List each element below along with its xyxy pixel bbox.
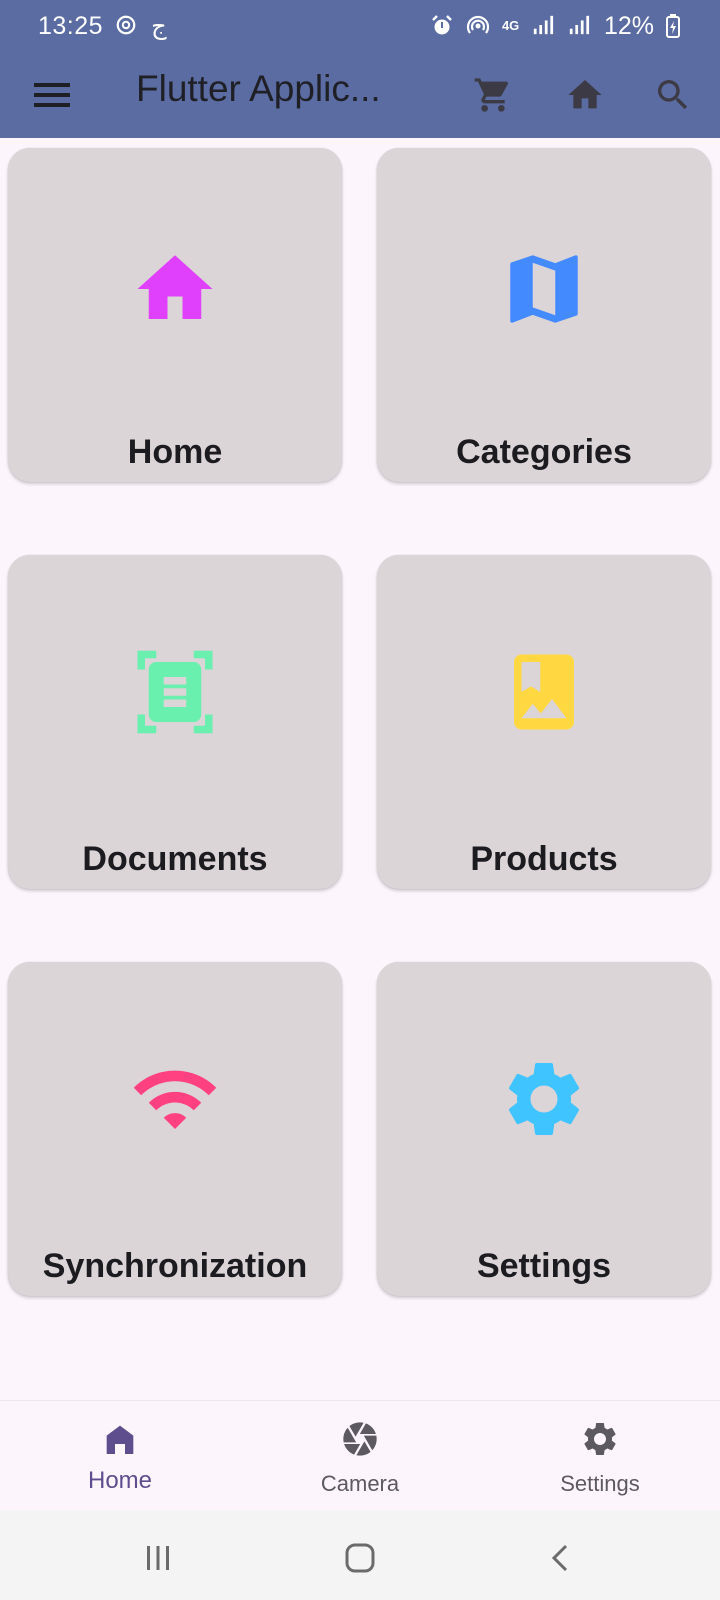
nav-item-home[interactable]: Home (0, 1401, 240, 1511)
nav-label-camera: Camera (320, 1471, 400, 1496)
status-extra-glyph: ج (151, 12, 167, 40)
home-icon (100, 1419, 140, 1464)
home-system-button[interactable] (340, 1538, 380, 1578)
settings-icon (580, 1419, 620, 1464)
grid-card-home[interactable]: Home (8, 148, 342, 482)
status-bar: 13:25 ج 4G 12% (0, 0, 720, 52)
menu-icon (34, 83, 70, 107)
document-scanner-icon (130, 647, 220, 742)
app-bar: Flutter Applic... (0, 52, 720, 138)
search-button[interactable] (650, 72, 696, 118)
camera-icon (340, 1419, 380, 1464)
hotspot-icon (466, 14, 490, 38)
back-icon (551, 1544, 568, 1572)
nav-label-settings: Settings (560, 1471, 640, 1496)
nav-label-home: Home (87, 1467, 153, 1494)
battery-percent: 12% (603, 11, 654, 40)
card-label: Products (470, 840, 618, 878)
status-time: 13:25 (38, 11, 104, 40)
wifi-icon (130, 1054, 220, 1149)
alarm-icon (430, 14, 454, 38)
card-label: Synchronization (42, 1247, 308, 1285)
recents-icon (147, 1546, 169, 1570)
network-type: 4G (501, 18, 520, 33)
cart-icon (474, 78, 509, 112)
home-button[interactable] (562, 72, 608, 118)
sync-icon (115, 14, 139, 38)
settings-icon (499, 1054, 589, 1149)
home-icon (130, 244, 220, 339)
cart-button[interactable] (470, 72, 516, 118)
menu-button[interactable] (30, 75, 74, 115)
status-left: 13:25 ج (38, 12, 167, 41)
back-button[interactable] (540, 1538, 580, 1578)
system-navigation-bar (0, 1510, 720, 1600)
card-label: Documents (82, 840, 268, 878)
grid-card-settings[interactable]: Settings (377, 962, 711, 1296)
card-label: Settings (476, 1247, 612, 1285)
signal-icon (532, 14, 556, 38)
map-icon (499, 244, 589, 339)
battery-charging-icon (666, 14, 682, 38)
nav-item-camera[interactable]: Camera (240, 1401, 480, 1511)
signal-icon (568, 14, 592, 38)
grid-card-synchronization[interactable]: Synchronization (8, 962, 342, 1296)
status-right: 4G 12% (430, 12, 682, 41)
bottom-navigation: Home Camera Settings (0, 1400, 720, 1510)
search-icon (658, 80, 688, 110)
card-label: Categories (456, 433, 632, 471)
grid-card-products[interactable]: Products (377, 555, 711, 889)
grid-card-documents[interactable]: Documents (8, 555, 342, 889)
home-icon (568, 80, 602, 109)
recents-button[interactable] (138, 1538, 178, 1578)
home-button-icon (345, 1543, 375, 1573)
card-label: Home (127, 433, 223, 471)
photo-album-icon (499, 647, 589, 742)
grid-card-categories[interactable]: Categories (377, 148, 711, 482)
app-title: Flutter Applic... (136, 68, 381, 109)
nav-item-settings[interactable]: Settings (480, 1401, 720, 1511)
